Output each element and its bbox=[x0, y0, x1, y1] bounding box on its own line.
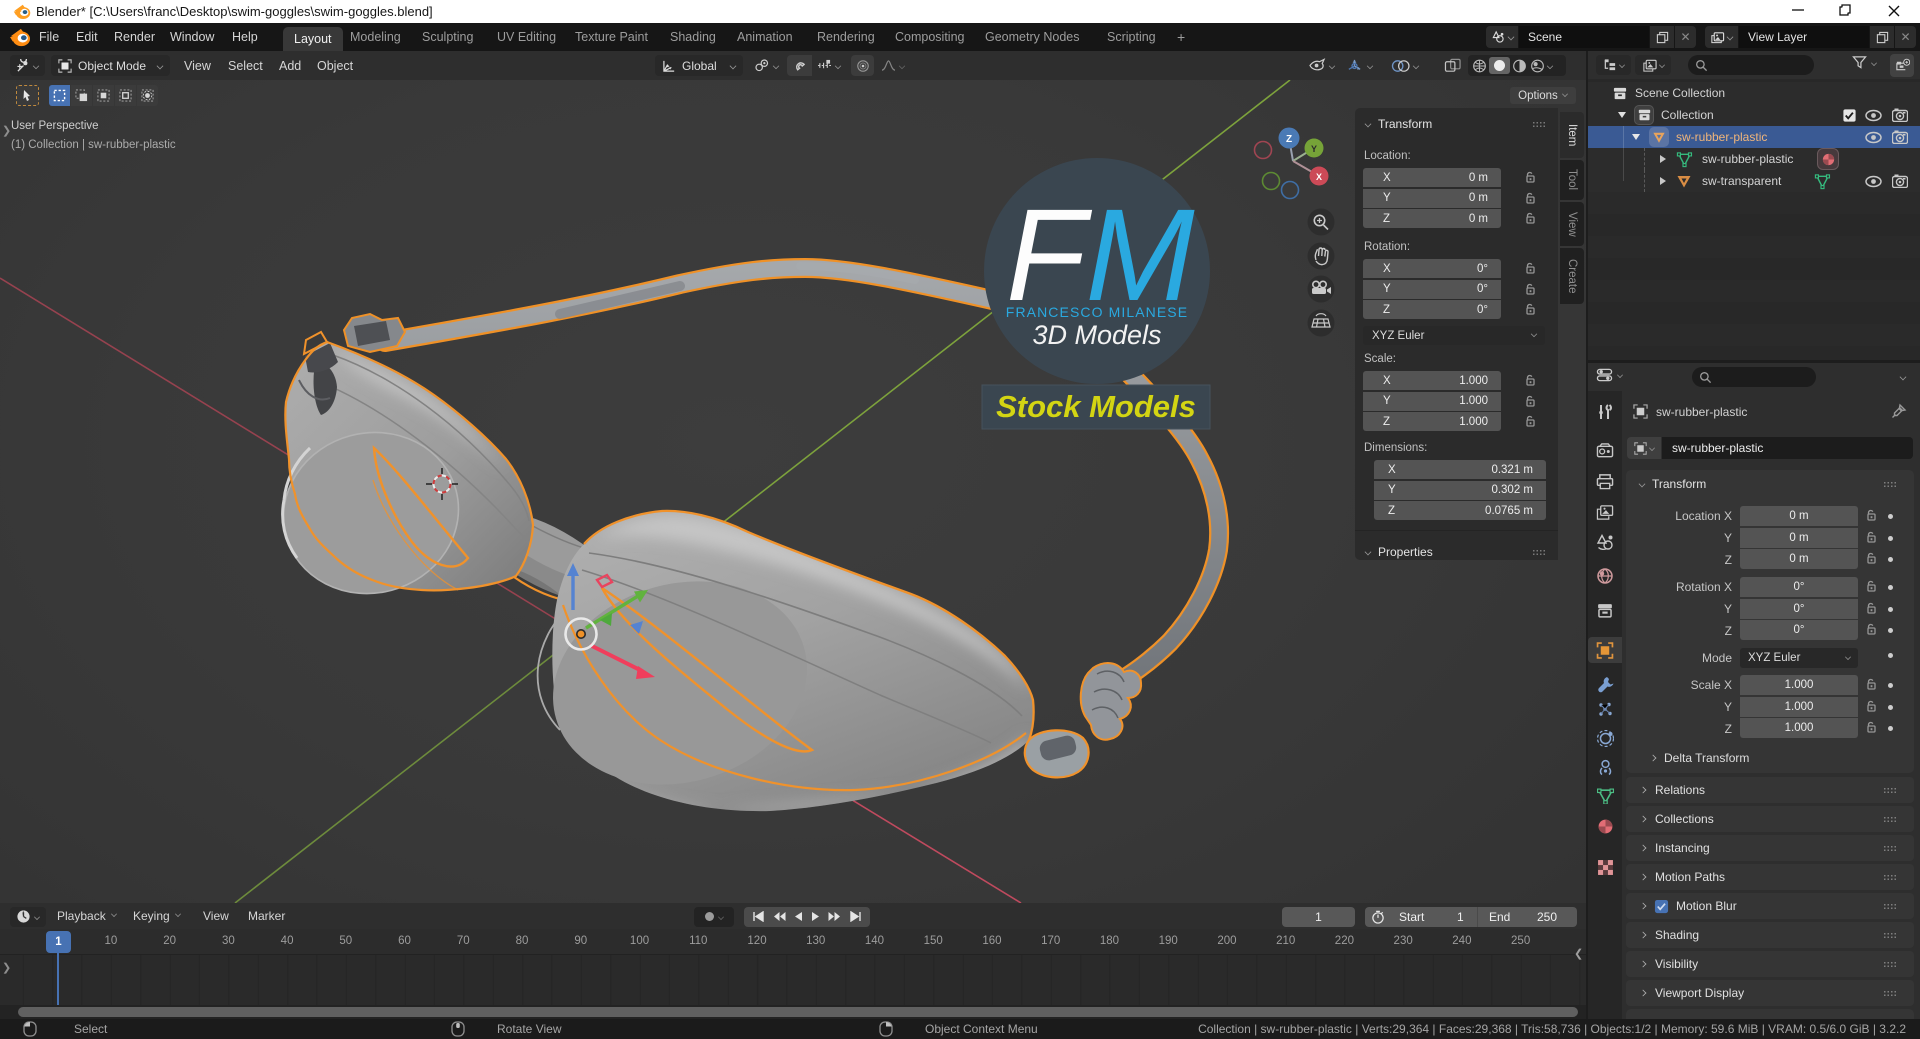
svg-text:X: X bbox=[1316, 172, 1322, 182]
svg-text:Stock Models: Stock Models bbox=[996, 389, 1196, 424]
svg-text:Y: Y bbox=[1311, 144, 1317, 154]
svg-text:Z: Z bbox=[1286, 134, 1292, 145]
svg-text:3D Models: 3D Models bbox=[1032, 320, 1161, 350]
svg-text:FRANCESCO MILANESE: FRANCESCO MILANESE bbox=[1006, 304, 1188, 320]
